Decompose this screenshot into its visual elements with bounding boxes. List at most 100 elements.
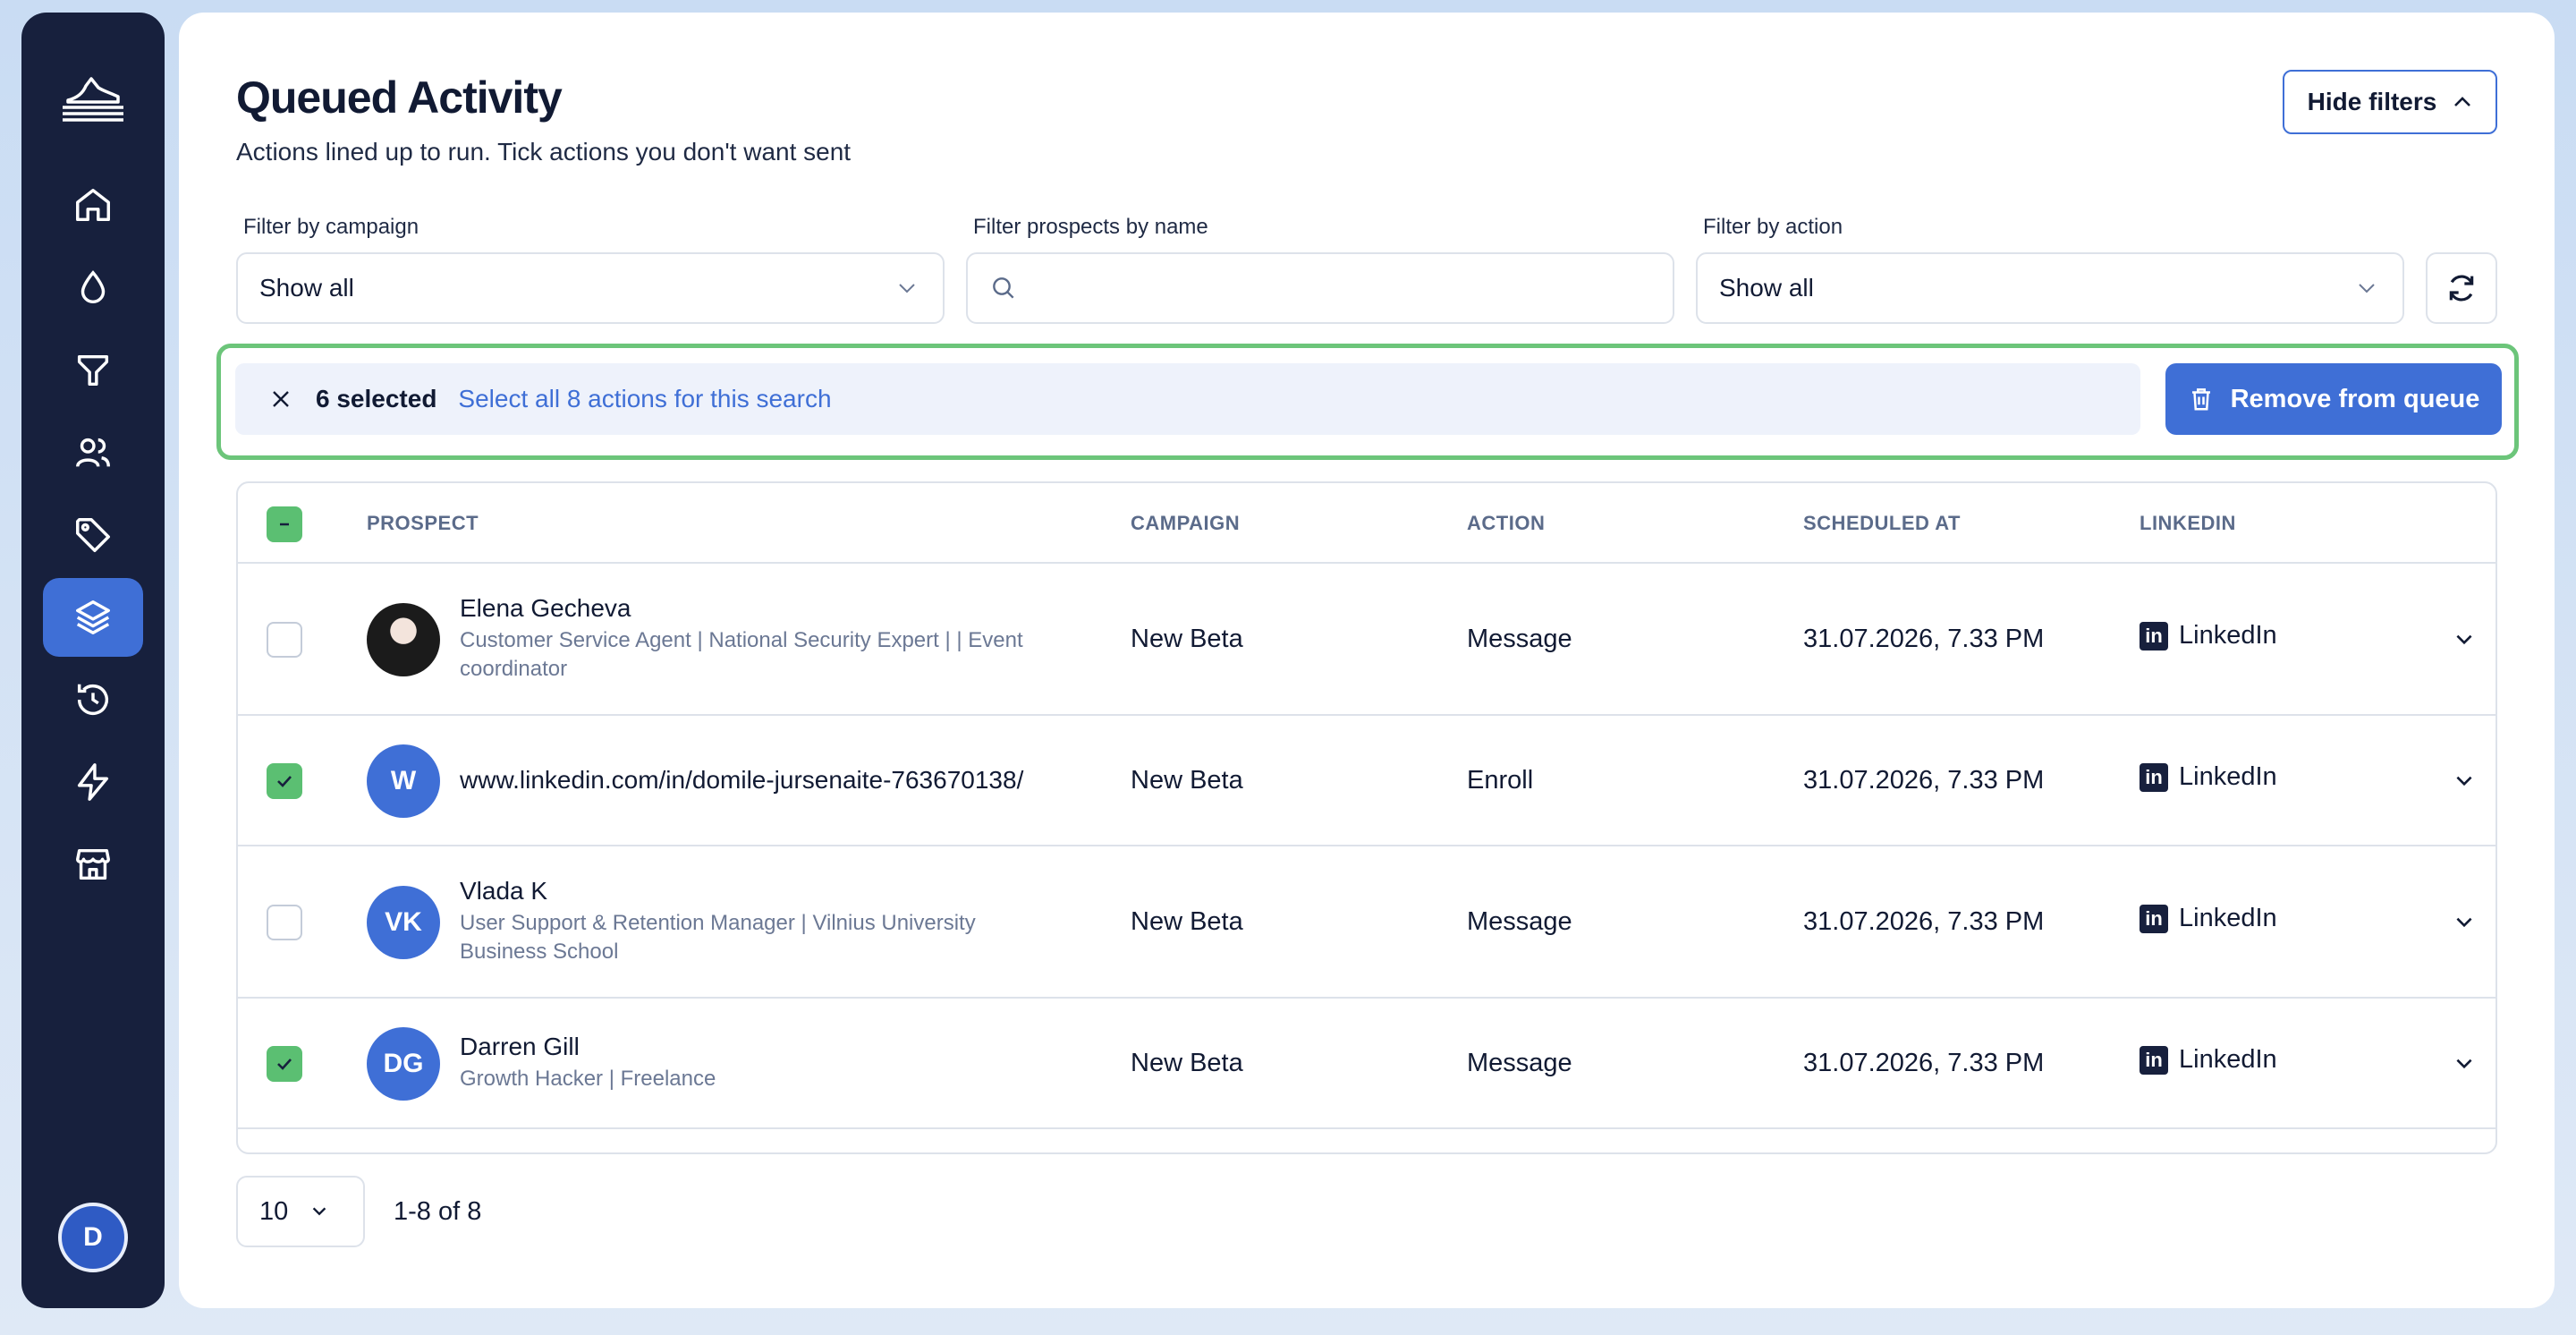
shoe-logo-icon (63, 77, 123, 122)
table-row[interactable]: Elena Gecheva Customer Service Agent | N… (238, 564, 2496, 716)
linkedin-icon: in (2140, 904, 2168, 933)
trash-icon (2191, 388, 2210, 411)
table-row[interactable]: VK Vlada K User Support & Retention Mana… (238, 846, 2496, 999)
linkedin-label: LinkedIn (2179, 904, 2277, 932)
selected-count: 6 selected (316, 385, 437, 412)
sidebar-item-automation[interactable] (43, 743, 143, 821)
linkedin-link[interactable]: in LinkedIn (2140, 621, 2277, 650)
expand-chevron-icon[interactable] (2453, 770, 2476, 793)
refresh-button[interactable] (2426, 252, 2497, 324)
history-icon (77, 684, 109, 716)
selection-info: 6 selected Select all 8 actions for this… (235, 363, 2140, 435)
row-checkbox[interactable] (267, 763, 302, 799)
linkedin-link[interactable]: in LinkedIn (2140, 762, 2277, 792)
remove-from-queue-label: Remove from queue (2230, 384, 2480, 413)
sidebar-item-store[interactable] (43, 825, 143, 904)
sidebar-nav (43, 166, 143, 907)
user-avatar[interactable]: D (58, 1203, 128, 1272)
queued-activity-table: PROSPECT CAMPAIGN ACTION SCHEDULED AT LI… (236, 481, 2497, 1154)
users-icon (76, 438, 110, 467)
sidebar-item-funnel[interactable] (43, 331, 143, 410)
prospect-headline: User Support & Retention Manager | Vilni… (460, 911, 976, 964)
avatar: DG (367, 1027, 440, 1101)
hide-filters-button[interactable]: Hide filters (2283, 70, 2497, 134)
action-cell: Message (1467, 1049, 1572, 1077)
sidebar-item-drop[interactable] (43, 249, 143, 327)
layers-icon (76, 600, 110, 634)
sidebar-item-queue[interactable] (43, 578, 143, 657)
bolt-icon (77, 763, 109, 801)
sidebar: D (21, 13, 165, 1308)
scheduled-cell: 31.07.2026, 7.33 PM (1803, 907, 2045, 936)
row-checkbox[interactable] (267, 1046, 302, 1082)
avatar: VK (367, 886, 440, 959)
action-filter-value: Show all (1719, 274, 1814, 302)
campaign-cell: New Beta (1131, 766, 1243, 795)
campaign-filter-value: Show all (259, 274, 354, 302)
chevron-down-icon (899, 284, 915, 293)
linkedin-icon: in (2140, 762, 2168, 792)
row-checkbox[interactable] (267, 905, 302, 940)
select-all-link[interactable]: Select all 8 actions for this search (458, 385, 831, 413)
linkedin-label: LinkedIn (2179, 1045, 2277, 1074)
prospect-name[interactable]: Elena Gecheva (460, 594, 631, 623)
per-page-select[interactable]: 10 (236, 1176, 365, 1247)
action-cell: Message (1467, 625, 1572, 653)
chevron-down-icon (313, 1207, 326, 1216)
table-row[interactable]: W www.linkedin.com/in/domile-jursenaite-… (238, 716, 2496, 846)
action-filter-select[interactable]: Show all (1696, 252, 2404, 324)
sidebar-item-users[interactable] (43, 413, 143, 492)
chevron-up-icon (2454, 97, 2471, 106)
header-linkedin[interactable]: LINKEDIN (2140, 512, 2236, 535)
avatar (367, 603, 440, 676)
drop-icon (80, 270, 106, 303)
clear-selection-button[interactable] (267, 386, 294, 412)
remove-from-queue-button[interactable]: Remove from queue (2165, 363, 2502, 435)
avatar: W (367, 744, 440, 818)
header-action[interactable]: ACTION (1467, 512, 1545, 535)
home-icon (76, 189, 110, 222)
prospect-name[interactable]: Vlada K (460, 877, 547, 906)
sidebar-item-history[interactable] (43, 660, 143, 739)
header-prospect[interactable]: PROSPECT (367, 512, 479, 535)
scheduled-cell: 31.07.2026, 7.33 PM (1803, 625, 2045, 653)
action-cell: Enroll (1467, 766, 1534, 795)
header-campaign[interactable]: CAMPAIGN (1131, 512, 1240, 535)
prospect-name[interactable]: Darren Gill (460, 1033, 580, 1061)
main-panel: Queued Activity Actions lined up to run.… (179, 13, 2555, 1308)
scheduled-cell: 31.07.2026, 7.33 PM (1803, 1049, 2045, 1077)
campaign-cell: New Beta (1131, 907, 1243, 936)
row-checkbox[interactable] (267, 622, 302, 658)
prospect-search-input[interactable] (966, 252, 1674, 324)
sidebar-item-tags[interactable] (43, 496, 143, 574)
prospect-headline: Growth Hacker | Freelance (460, 1067, 716, 1091)
action-cell: Message (1467, 907, 1572, 936)
expand-chevron-icon[interactable] (2453, 1052, 2476, 1076)
linkedin-link[interactable]: in LinkedIn (2140, 904, 2277, 933)
select-all-checkbox[interactable] (267, 506, 302, 542)
table-row[interactable]: DG Darren Gill Growth Hacker | Freelance… (238, 999, 2496, 1129)
prospect-headline: Customer Service Agent | National Securi… (460, 628, 1023, 681)
hide-filters-label: Hide filters (2307, 88, 2437, 115)
page-subtitle: Actions lined up to run. Tick actions yo… (236, 138, 852, 166)
store-icon (76, 848, 110, 880)
campaign-cell: New Beta (1131, 625, 1243, 653)
action-filter-label: Filter by action (1703, 215, 1843, 239)
expand-chevron-icon[interactable] (2453, 628, 2476, 651)
per-page-value: 10 (259, 1196, 289, 1226)
chevron-down-icon (2359, 284, 2375, 293)
checkmark-icon (277, 776, 292, 787)
page-title: Queued Activity (236, 72, 563, 123)
linkedin-link[interactable]: in LinkedIn (2140, 1045, 2277, 1075)
selection-toolbar: 6 selected Select all 8 actions for this… (216, 344, 2519, 460)
expand-chevron-icon[interactable] (2453, 911, 2476, 934)
refresh-icon (2449, 275, 2474, 302)
app-logo[interactable] (57, 59, 129, 131)
linkedin-icon: in (2140, 621, 2168, 650)
sidebar-item-home[interactable] (43, 166, 143, 245)
search-icon (993, 277, 1014, 299)
prospect-name[interactable]: www.linkedin.com/in/domile-jursenaite-76… (460, 766, 1023, 795)
header-scheduled-at[interactable]: SCHEDULED AT (1803, 512, 1961, 535)
campaign-filter-select[interactable]: Show all (236, 252, 945, 324)
linkedin-label: LinkedIn (2179, 762, 2277, 791)
